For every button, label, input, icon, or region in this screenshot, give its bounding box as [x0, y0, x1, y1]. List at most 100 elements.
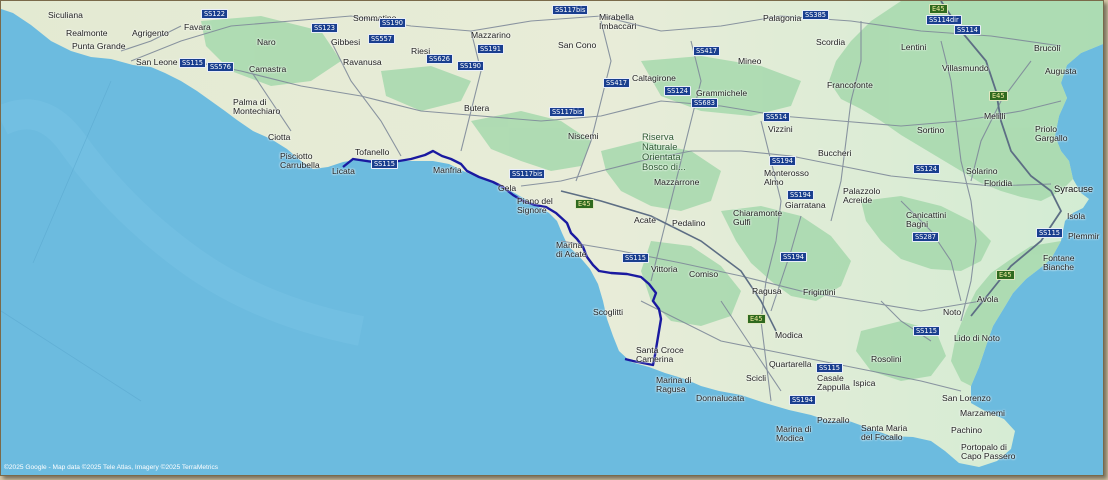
road-shield-e45: E45: [989, 91, 1008, 101]
road-shield-ss417: SS417: [693, 46, 720, 56]
place-lentini[interactable]: Lentini: [901, 43, 926, 52]
place-marina-di-modica[interactable]: Marina di Modica: [776, 425, 811, 443]
place-punta-grande[interactable]: Punta Grande: [72, 42, 126, 51]
place-palma[interactable]: Palma di Montechiaro: [233, 98, 280, 116]
place-comiso[interactable]: Comiso: [689, 270, 718, 279]
place-niscemi[interactable]: Niscemi: [568, 132, 599, 141]
place-scicli[interactable]: Scicli: [746, 374, 766, 383]
place-mazzarrone[interactable]: Mazzarrone: [654, 178, 699, 187]
place-scoglitti[interactable]: Scoglitti: [593, 308, 623, 317]
place-gibbesi[interactable]: Gibbesi: [331, 38, 360, 47]
place-san-leone[interactable]: San Leone: [136, 58, 178, 67]
place-gela[interactable]: Gela: [498, 184, 516, 193]
road-shield-ss190: SS190: [379, 18, 406, 28]
place-francofonte[interactable]: Francofonte: [827, 81, 873, 90]
road-shield-ss115: SS115: [1036, 228, 1063, 238]
place-acate[interactable]: Acate: [634, 216, 656, 225]
place-plemmirio[interactable]: Plemmir: [1068, 232, 1100, 241]
road-shield-ss117bis: SS117bis: [509, 169, 546, 179]
place-mineo[interactable]: Mineo: [738, 57, 761, 66]
place-vizzini[interactable]: Vizzini: [768, 125, 793, 134]
place-modica[interactable]: Modica: [775, 331, 803, 340]
place-villasmundo[interactable]: Villasmundo: [942, 64, 989, 73]
place-monterosso[interactable]: Monterosso Almo: [764, 169, 809, 187]
place-realmonte[interactable]: Realmonte: [66, 29, 108, 38]
place-ravanusa[interactable]: Ravanusa: [343, 58, 382, 67]
map-credits: ©2025 Google - Map data ©2025 Tele Atlas…: [4, 464, 219, 471]
place-rosolini[interactable]: Rosolini: [871, 355, 902, 364]
place-syracuse[interactable]: Syracuse: [1054, 184, 1093, 193]
place-portopalo[interactable]: Portopalo di Capo Passero: [961, 443, 1015, 461]
place-quartarella[interactable]: Quartarella: [769, 360, 812, 369]
map-frame[interactable]: Siculiana Favara Realmonte Agrigento Punta G…: [0, 0, 1104, 476]
place-canicattini[interactable]: Canicattini Bagni: [906, 211, 946, 229]
place-casale[interactable]: Casale Zappulla: [817, 374, 850, 392]
place-marina-di-acate[interactable]: Marina di Acate: [556, 241, 587, 259]
place-agrigento[interactable]: Agrigento: [132, 29, 169, 38]
place-ragusa[interactable]: Ragusa: [752, 287, 782, 296]
place-sortino[interactable]: Sortino: [917, 126, 944, 135]
road-shield-e45: E45: [575, 199, 594, 209]
place-san-lorenzo[interactable]: San Lorenzo: [942, 394, 991, 403]
place-palagonia[interactable]: Palagonia: [763, 14, 801, 23]
place-fontane-bianche[interactable]: Fontane Bianche: [1043, 254, 1075, 272]
place-brucoli[interactable]: Brucoli: [1034, 44, 1060, 53]
place-piano-del-signore[interactable]: Piano del Signore: [517, 197, 553, 215]
place-ispica[interactable]: Ispica: [853, 379, 875, 388]
place-pedalino[interactable]: Pedalino: [672, 219, 705, 228]
place-avola[interactable]: Avola: [977, 295, 998, 304]
road-shield-ss123: SS123: [311, 23, 338, 33]
place-pachino[interactable]: Pachino: [951, 426, 982, 435]
place-mazzarino[interactable]: Mazzarino: [471, 31, 511, 40]
place-vittoria[interactable]: Vittoria: [651, 265, 678, 274]
place-frigintini[interactable]: Frigintini: [803, 288, 835, 297]
road-shield-ss122: SS122: [201, 9, 228, 19]
place-solarino[interactable]: Solarino: [966, 167, 998, 176]
road-shield-ss115: SS115: [913, 326, 940, 336]
place-manfria[interactable]: Manfria: [433, 166, 462, 175]
place-butera[interactable]: Butera: [464, 104, 489, 113]
place-grammichele[interactable]: Grammichele: [696, 89, 747, 98]
place-pozzallo[interactable]: Pozzallo: [817, 416, 849, 425]
place-chiaramonte[interactable]: Chiaramonte Gulfi: [733, 209, 782, 227]
place-marzamemi[interactable]: Marzamemi: [960, 409, 1005, 418]
place-lido-di-noto[interactable]: Lido di Noto: [954, 334, 1000, 343]
place-san-cono[interactable]: San Cono: [558, 41, 596, 50]
road-shield-ss626: SS626: [426, 54, 453, 64]
road-shield-ss194: SS194: [769, 156, 796, 166]
place-giarratana[interactable]: Giarratana: [785, 201, 826, 210]
place-caltagirone[interactable]: Caltagirone: [632, 74, 676, 83]
place-licata[interactable]: Licata: [332, 167, 355, 176]
road-shield-ss115: SS115: [179, 58, 206, 68]
place-marina-di-ragusa[interactable]: Marina di Ragusa: [656, 376, 691, 394]
place-camastra[interactable]: Camastra: [249, 65, 286, 74]
place-scordia[interactable]: Scordia: [816, 38, 845, 47]
place-melilli[interactable]: Melilli: [984, 112, 1005, 121]
road-shield-ss191: SS191: [477, 44, 504, 54]
road-shield-ss190: SS190: [457, 61, 484, 71]
place-santa-maria[interactable]: Santa Maria del Focallo: [861, 424, 907, 442]
place-noto[interactable]: Noto: [943, 308, 961, 317]
place-isola[interactable]: Isola: [1067, 212, 1085, 221]
place-donnalucata[interactable]: Donnalucata: [696, 394, 744, 403]
place-buccheri[interactable]: Buccheri: [818, 149, 851, 158]
road-shield-e45: E45: [747, 314, 766, 324]
road-shield-ss287: SS287: [912, 232, 939, 242]
road-shield-ss124: SS124: [913, 164, 940, 174]
place-ciotta[interactable]: Ciotta: [268, 133, 290, 142]
place-santa-croce[interactable]: Santa Croce Camerina: [636, 346, 684, 364]
road-shield-ss124: SS124: [664, 86, 691, 96]
place-pisciotto[interactable]: Pisciotto Carrubella: [280, 152, 320, 170]
road-shield-ss576: SS576: [207, 62, 234, 72]
place-palazzolo[interactable]: Palazzolo Acreide: [843, 187, 880, 205]
place-tofanello[interactable]: Tofanello: [355, 148, 389, 157]
place-mirabella[interactable]: Mirabella Imbaccari: [599, 13, 636, 31]
road-shield-e45: E45: [929, 4, 948, 14]
place-floridia[interactable]: Floridia: [984, 179, 1012, 188]
place-siculiana[interactable]: Siculiana: [48, 11, 83, 20]
place-favara[interactable]: Favara: [184, 23, 211, 32]
place-augusta[interactable]: Augusta: [1045, 67, 1077, 76]
place-priolo[interactable]: Priolo Gargallo: [1035, 125, 1067, 143]
road-shield-ss117bis: SS117bis: [549, 107, 586, 117]
place-naro[interactable]: Naro: [257, 38, 276, 47]
